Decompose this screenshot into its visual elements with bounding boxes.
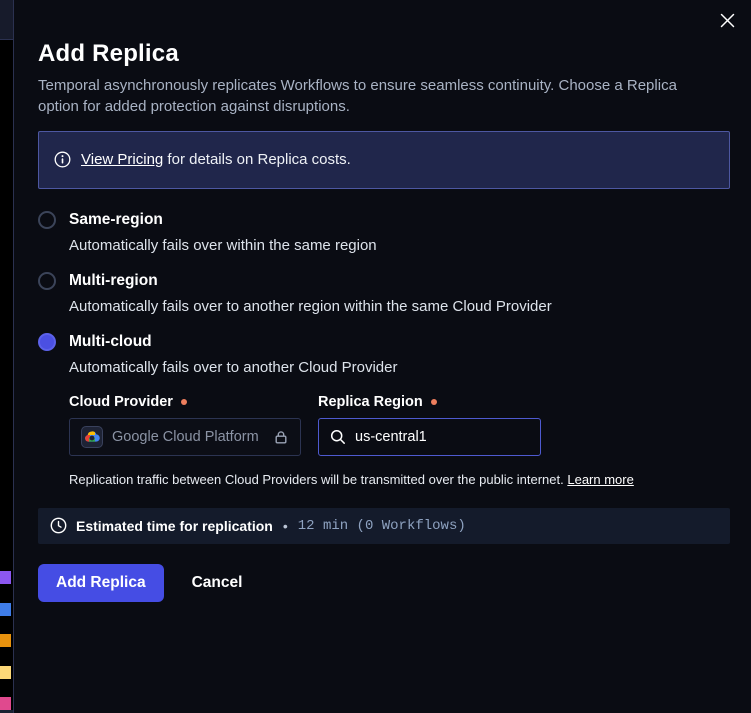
- pricing-banner-text: for details on Replica costs.: [163, 151, 351, 168]
- option-multi-region-selector[interactable]: Multi-region: [38, 272, 730, 290]
- info-icon: [54, 151, 71, 168]
- option-multi-cloud: Multi-cloud Automatically fails over to …: [38, 333, 730, 488]
- required-indicator: [431, 399, 437, 405]
- clock-icon: [50, 517, 67, 534]
- modal-description: Temporal asynchronously replicates Workf…: [38, 75, 718, 117]
- add-replica-modal: Add Replica Temporal asynchronously repl…: [13, 0, 751, 713]
- estimate-separator: •: [283, 518, 288, 534]
- note-text: Replication traffic between Cloud Provid…: [69, 472, 564, 487]
- chip-pink: [0, 697, 11, 710]
- radio-same-region[interactable]: [38, 211, 56, 229]
- replica-region-combobox[interactable]: [318, 418, 541, 456]
- screen: Add Replica Temporal asynchronously repl…: [0, 0, 751, 713]
- public-internet-note: Replication traffic between Cloud Provid…: [69, 472, 730, 488]
- add-replica-button[interactable]: Add Replica: [38, 564, 164, 602]
- replica-region-label: Replica Region: [318, 392, 541, 412]
- learn-more-link[interactable]: Learn more: [567, 472, 633, 487]
- option-description: Automatically fails over to another regi…: [69, 297, 730, 317]
- pricing-info-banner: View Pricing for details on Replica cost…: [38, 131, 730, 189]
- field-label-text: Replica Region: [318, 394, 423, 410]
- cloud-provider-label: Cloud Provider: [69, 392, 301, 412]
- cloud-provider-select: Google Cloud Platform: [69, 418, 301, 456]
- option-description: Automatically fails over within the same…: [69, 236, 730, 256]
- radio-multi-cloud[interactable]: [38, 333, 56, 351]
- chip-yellow: [0, 666, 11, 679]
- cancel-button[interactable]: Cancel: [186, 564, 249, 602]
- chip-purple: [0, 571, 11, 584]
- multi-cloud-fields: Cloud Provider: [69, 392, 730, 456]
- cloud-provider-value: Google Cloud Platform: [112, 429, 264, 445]
- replica-option-group: Same-region Automatically fails over wit…: [38, 211, 730, 488]
- estimated-time-banner: Estimated time for replication • 12 min …: [38, 508, 730, 544]
- option-same-region: Same-region Automatically fails over wit…: [38, 211, 730, 256]
- chip-blue: [0, 603, 11, 616]
- option-label: Multi-region: [69, 272, 158, 290]
- required-indicator: [181, 399, 187, 405]
- replica-region-field: Replica Region: [318, 392, 541, 456]
- page-title: Add Replica: [38, 40, 730, 69]
- option-multi-cloud-selector[interactable]: Multi-cloud: [38, 333, 730, 351]
- option-description: Automatically fails over to another Clou…: [69, 358, 730, 378]
- view-pricing-link[interactable]: View Pricing: [81, 151, 163, 168]
- field-label-text: Cloud Provider: [69, 394, 173, 410]
- replica-region-input[interactable]: [355, 429, 529, 445]
- estimate-value: 12 min (0 Workflows): [298, 518, 466, 534]
- search-icon: [330, 429, 346, 445]
- background-page-header-fragment: [0, 0, 13, 40]
- close-icon[interactable]: [717, 10, 737, 30]
- modal-actions: Add Replica Cancel: [38, 564, 730, 602]
- cloud-provider-field: Cloud Provider: [69, 392, 301, 456]
- option-label: Same-region: [69, 211, 163, 229]
- estimate-label: Estimated time for replication: [76, 518, 273, 534]
- google-cloud-icon: [81, 426, 103, 448]
- option-multi-region: Multi-region Automatically fails over to…: [38, 272, 730, 317]
- lock-icon: [273, 429, 289, 445]
- chip-orange: [0, 634, 11, 647]
- option-same-region-selector[interactable]: Same-region: [38, 211, 730, 229]
- radio-multi-region[interactable]: [38, 272, 56, 290]
- option-label: Multi-cloud: [69, 333, 152, 351]
